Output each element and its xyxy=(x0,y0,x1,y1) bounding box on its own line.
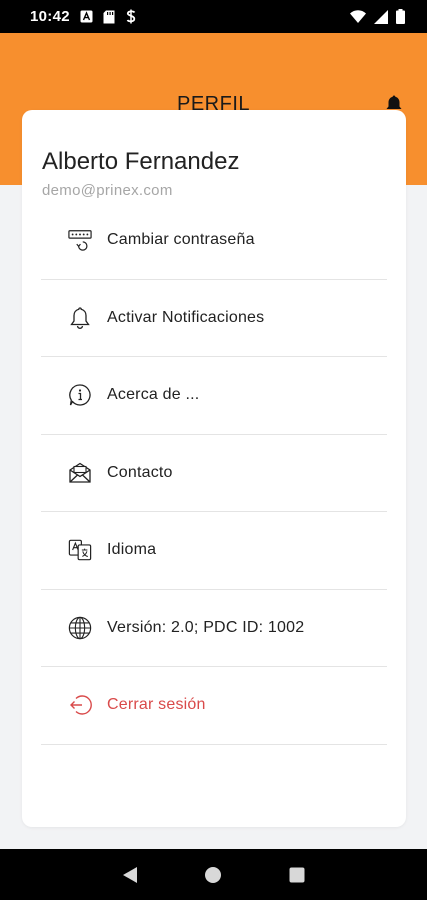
bell-outline-icon xyxy=(68,306,92,330)
recents-icon[interactable] xyxy=(285,863,309,887)
notification-a-icon xyxy=(80,10,93,23)
battery-icon xyxy=(396,9,405,24)
status-bar: 10:42 xyxy=(0,0,427,33)
back-icon[interactable] xyxy=(118,863,142,887)
menu-item-notifications[interactable]: Activar Notificaciones xyxy=(41,280,387,357)
menu-item-label: Acerca de ... xyxy=(107,386,200,404)
user-email: demo@prinex.com xyxy=(42,182,173,199)
globe-icon xyxy=(68,616,92,640)
navigation-bar xyxy=(0,849,427,900)
status-time: 10:42 xyxy=(30,8,70,25)
menu-item-label: Cambiar contraseña xyxy=(107,231,255,249)
menu-item-about[interactable]: Acerca de ... xyxy=(41,357,387,435)
menu-item-label: Idioma xyxy=(107,541,157,559)
sd-card-icon xyxy=(103,10,115,24)
menu-item-language[interactable]: Idioma xyxy=(41,512,387,590)
menu-item-change-password[interactable]: Cambiar contraseña xyxy=(41,202,387,280)
menu-item-version: Versión: 2.0; PDC ID: 1002 xyxy=(41,590,387,667)
menu-item-label: Contacto xyxy=(107,463,173,481)
signal-icon xyxy=(374,9,388,24)
dollar-icon xyxy=(125,9,137,24)
menu-item-logout[interactable]: Cerrar sesión xyxy=(41,667,387,745)
version-label: Versión: 2.0; PDC ID: 1002 xyxy=(107,618,305,636)
menu-item-contact[interactable]: Contacto xyxy=(41,435,387,512)
menu-item-label: Cerrar sesión xyxy=(107,696,206,714)
home-icon[interactable] xyxy=(201,863,225,887)
profile-card: Alberto Fernandez demo@prinex.com Cambia… xyxy=(22,110,406,827)
language-icon xyxy=(68,538,92,562)
status-icons xyxy=(350,9,405,24)
user-name: Alberto Fernandez xyxy=(42,148,240,175)
status-left: 10:42 xyxy=(30,8,137,25)
password-icon xyxy=(68,228,92,252)
logout-icon xyxy=(68,693,92,717)
wifi-icon xyxy=(350,10,366,23)
mail-icon xyxy=(68,461,92,485)
info-icon xyxy=(68,383,92,407)
profile-menu: Cambiar contraseña Activar Notificacione… xyxy=(41,202,387,745)
menu-item-label: Activar Notificaciones xyxy=(107,308,265,326)
